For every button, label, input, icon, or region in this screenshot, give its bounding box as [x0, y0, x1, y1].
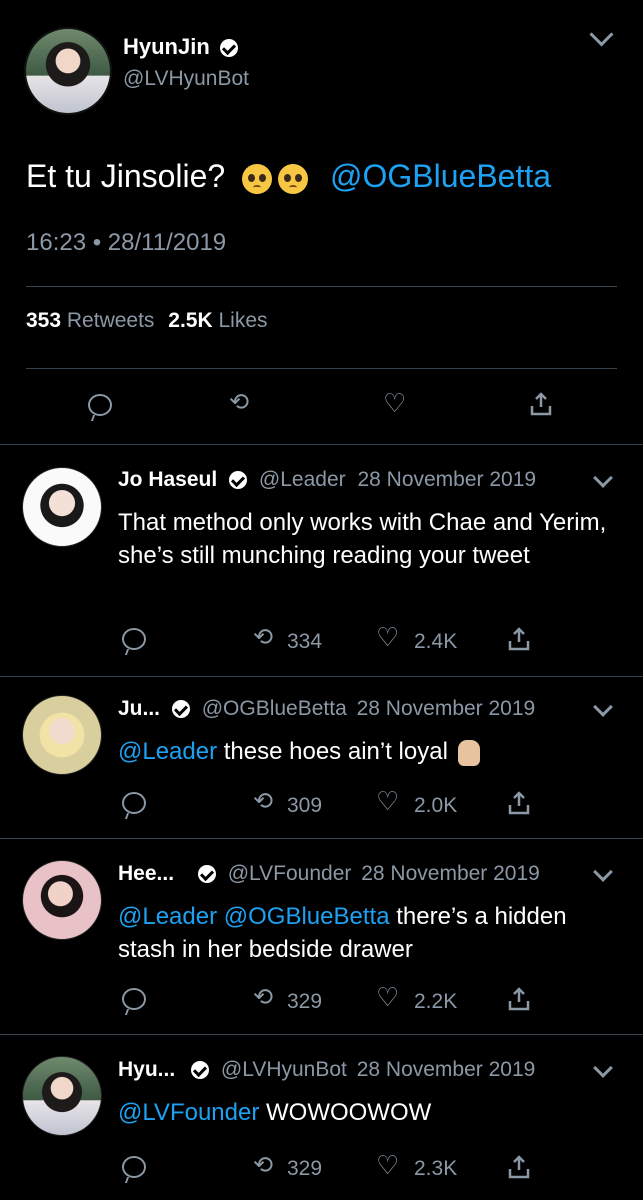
tweet-body: Et tu Jinsolie? [26, 158, 226, 194]
likes-label[interactable]: Likes [218, 309, 267, 332]
avatar[interactable] [22, 467, 102, 547]
retweet-count: 309 [287, 794, 323, 817]
verified-badge-icon [229, 471, 248, 490]
chevron-down-icon[interactable] [593, 1058, 613, 1078]
share-icon[interactable] [530, 392, 552, 416]
retweet-icon[interactable]: ⟲ [229, 391, 249, 415]
divider [0, 838, 643, 839]
reply-text: @Leader these hoes ain’t loyal [118, 735, 618, 768]
avatar[interactable] [24, 27, 112, 115]
divider [26, 368, 617, 369]
reply-header: Jo Haseul @Leader 28 November 2019 [118, 468, 536, 492]
author-name-row[interactable]: HyunJin [123, 34, 238, 60]
divider [0, 676, 643, 677]
reply-handle[interactable]: @Leader [259, 468, 346, 491]
chevron-down-icon[interactable] [589, 22, 614, 47]
raised-hand-emoji-icon [457, 739, 480, 766]
share-icon[interactable] [508, 791, 530, 820]
chevron-down-icon[interactable] [593, 697, 613, 717]
reply-date[interactable]: 28 November 2019 [361, 862, 540, 885]
retweet-icon[interactable]: ⟲ [253, 986, 273, 1010]
retweet-icon[interactable]: ⟲ [253, 626, 273, 650]
retweet-count: 334 [287, 630, 323, 653]
tweet-text: Et tu Jinsolie? @OGBlueBetta [26, 158, 551, 195]
reply-text: That method only works with Chae and Yer… [118, 509, 607, 569]
verified-badge-icon [171, 700, 190, 719]
reply-icon[interactable] [88, 394, 112, 416]
reply-handle[interactable]: @LVFounder [228, 862, 352, 885]
like-count: 2.3K [414, 1157, 458, 1180]
heart-icon[interactable]: ♡ [376, 984, 399, 1010]
reply-author-name[interactable]: Hee... [118, 862, 174, 885]
chevron-down-icon[interactable] [593, 862, 613, 882]
reply-text: @LVFounder WOWOOWOW [118, 1096, 618, 1129]
divider [0, 444, 643, 445]
pleading-face-emoji-icon [278, 163, 309, 194]
retweet-icon[interactable]: ⟲ [253, 790, 273, 814]
heart-icon[interactable]: ♡ [383, 390, 406, 416]
pleading-face-emoji-icon [242, 163, 273, 194]
retweet-count: 329 [287, 1157, 323, 1180]
reply-icon[interactable] [122, 988, 146, 1010]
engagement-stats: 353 Retweets 2.5K Likes [26, 309, 268, 333]
share-icon[interactable] [508, 627, 530, 656]
avatar[interactable] [22, 1056, 102, 1136]
reply-icon[interactable] [122, 792, 146, 814]
author-handle[interactable]: @LVHyunBot [123, 67, 249, 91]
like-count: 2.4K [414, 630, 458, 653]
retweet-icon[interactable]: ⟲ [253, 1154, 273, 1178]
author-name[interactable]: HyunJin [123, 34, 210, 59]
share-icon[interactable] [508, 987, 530, 1016]
reply-text: @Leader @OGBlueBetta there’s a hidden st… [118, 900, 618, 966]
verified-badge-icon [197, 865, 216, 884]
avatar[interactable] [22, 860, 102, 940]
mention-link[interactable]: @OGBlueBetta [330, 158, 551, 194]
reply-date[interactable]: 28 November 2019 [357, 1058, 536, 1081]
divider [0, 1034, 643, 1035]
retweet-count: 329 [287, 990, 323, 1013]
heart-icon[interactable]: ♡ [376, 1152, 399, 1178]
reply-header: Hyu... @LVHyunBot 28 November 2019 [118, 1058, 535, 1082]
like-count[interactable]: 2.5K [168, 309, 212, 332]
avatar[interactable] [22, 695, 102, 775]
chevron-down-icon[interactable] [593, 468, 613, 488]
reply-handle[interactable]: @OGBlueBetta [202, 697, 347, 720]
heart-icon[interactable]: ♡ [376, 624, 399, 650]
divider [26, 286, 617, 287]
reply-author-name[interactable]: Jo Haseul [118, 468, 217, 491]
mention-link[interactable]: @Leader [118, 738, 217, 765]
reply-icon[interactable] [122, 1156, 146, 1178]
reply-header: Hee... @LVFounder 28 November 2019 [118, 862, 540, 886]
verified-badge-icon [191, 1061, 210, 1080]
reply-author-name[interactable]: Hyu... [118, 1058, 175, 1081]
reply-icon[interactable] [122, 628, 146, 650]
reply-author-name[interactable]: Ju... [118, 697, 160, 720]
heart-icon[interactable]: ♡ [376, 788, 399, 814]
reply-header: Ju... @OGBlueBetta 28 November 2019 [118, 697, 535, 721]
retweets-label[interactable]: Retweets [67, 309, 155, 332]
verified-badge-icon [219, 39, 238, 58]
mention-link[interactable]: @Leader @OGBlueBetta [118, 903, 390, 930]
like-count: 2.2K [414, 990, 458, 1013]
reply-date[interactable]: 28 November 2019 [357, 697, 536, 720]
reply-body: these hoes ain’t loyal [217, 738, 448, 765]
reply-body: WOWOOWOW [259, 1099, 432, 1126]
mention-link[interactable]: @LVFounder [118, 1099, 259, 1126]
retweet-count[interactable]: 353 [26, 309, 61, 332]
reply-handle[interactable]: @LVHyunBot [221, 1058, 347, 1081]
reply-date[interactable]: 28 November 2019 [357, 468, 536, 491]
share-icon[interactable] [508, 1155, 530, 1184]
like-count: 2.0K [414, 794, 458, 817]
tweet-timestamp[interactable]: 16:23 • 28/11/2019 [26, 229, 226, 257]
